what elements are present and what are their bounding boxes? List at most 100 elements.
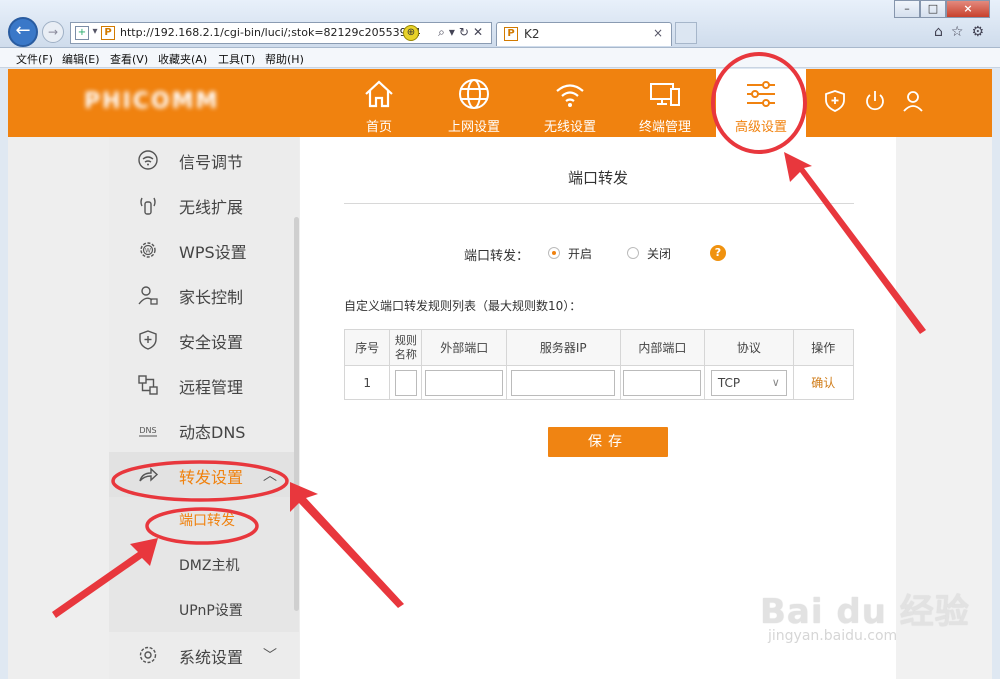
address-tools[interactable]: ⌕▾↻✕: [438, 25, 487, 40]
remote-icon: [138, 375, 158, 395]
home-icon[interactable]: ⌂: [934, 24, 951, 40]
confirm-link[interactable]: 确认: [811, 376, 835, 390]
sidebar-subitem-dmz[interactable]: DMZ主机: [109, 542, 299, 587]
shield-icon: [139, 330, 157, 350]
sidebar-item-wireless-extend[interactable]: 无线扩展: [109, 182, 299, 227]
col-external-port: 外部端口: [421, 329, 507, 366]
row-index: 1: [343, 365, 391, 400]
add-favorite-icon[interactable]: +: [75, 26, 89, 40]
radio-on-label[interactable]: 开启: [568, 245, 592, 262]
menu-tools[interactable]: 工具(T): [218, 51, 255, 67]
user-icon[interactable]: [901, 89, 925, 113]
nav-home[interactable]: 首页: [334, 69, 424, 137]
wps-gear-icon: W: [140, 242, 156, 258]
new-tab-button[interactable]: [675, 22, 697, 44]
radio-off-label[interactable]: 关闭: [647, 245, 671, 262]
rule-list-caption: 自定义端口转发规则列表（最大规则数10）：: [344, 299, 582, 313]
tab-title: K2: [524, 27, 540, 41]
menu-file[interactable]: 文件(F): [16, 51, 53, 67]
col-internal-port: 内部端口: [619, 329, 706, 366]
help-icon[interactable]: ?: [710, 245, 726, 261]
maximize-button[interactable]: □: [920, 0, 946, 18]
external-port-input[interactable]: [425, 369, 504, 396]
protocol-value: TCP: [717, 375, 741, 390]
chevron-up-icon[interactable]: ︿: [263, 465, 277, 485]
radio-off[interactable]: [627, 247, 639, 259]
watermark-logo: Bai du 经验: [760, 592, 970, 632]
page-title: 端口转发: [567, 169, 628, 187]
col-protocol: 协议: [704, 329, 794, 366]
router-header: PHICOMM 首页 上网设置 无线设置 终端管理 高级设置: [8, 69, 992, 137]
radio-on[interactable]: [548, 247, 560, 259]
favorites-star-icon[interactable]: ☆: [951, 24, 972, 40]
title-divider: [344, 203, 854, 204]
sidebar-item-wps[interactable]: W WPS设置: [109, 227, 299, 272]
sidebar-item-signal[interactable]: 信号调节: [109, 137, 299, 182]
tab-favicon-icon: P: [504, 27, 518, 41]
globe-icon: [459, 79, 489, 109]
menu-view[interactable]: 查看(V): [110, 51, 148, 67]
compat-view-icon[interactable]: ⊕: [403, 25, 419, 41]
browser-tab[interactable]: P K2 ×: [496, 22, 672, 46]
browser-chrome: – □ × ← → + ▾ P http://192.168.2.1/cgi-bin…: [0, 0, 1000, 48]
sidebar-item-forwarding[interactable]: 转发设置 ︿: [109, 452, 299, 497]
forward-button[interactable]: →: [42, 21, 64, 43]
minimize-button[interactable]: –: [894, 0, 920, 18]
url-text[interactable]: http://192.168.2.1/cgi-bin/luci/;stok=82…: [120, 26, 420, 39]
sidebar-scrollbar[interactable]: [294, 217, 299, 611]
tab-close-button[interactable]: ×: [653, 26, 663, 40]
svg-text:W: W: [145, 248, 151, 255]
address-bar[interactable]: + ▾ P http://192.168.2.1/cgi-bin/luci/;s…: [70, 22, 492, 44]
svg-text:DNS: DNS: [139, 426, 156, 435]
menu-bar: 文件(F) 编辑(E) 查看(V) 收藏夹(A) 工具(T) 帮助(H): [0, 48, 1000, 68]
brand-logo: PHICOMM: [84, 89, 220, 114]
site-favicon-icon: P: [101, 26, 115, 40]
sidebar-item-ddns[interactable]: DNS 动态DNS: [109, 407, 299, 452]
menu-help[interactable]: 帮助(H): [265, 51, 304, 67]
col-rule-name: 规则名称: [389, 329, 423, 366]
port-forwarding-table: 序号 规则名称 外部端口 服务器IP 内部端口 协议 操作 1 TCP ∨ 确认: [343, 329, 855, 400]
sidebar-item-system[interactable]: 系统设置 ﹀: [109, 632, 299, 677]
server-ip-input[interactable]: [511, 369, 616, 396]
window-controls: – □ ×: [894, 0, 990, 18]
forward-icon: [139, 467, 159, 482]
sidebar-item-security[interactable]: 安全设置: [109, 317, 299, 362]
home-icon: [365, 80, 393, 108]
rule-name-input[interactable]: [394, 369, 417, 396]
nav-advanced-settings[interactable]: 高级设置: [716, 69, 806, 137]
save-button[interactable]: 保存: [548, 427, 668, 457]
col-server-ip: 服务器IP: [505, 329, 621, 366]
chevron-down-icon: ∨: [771, 375, 780, 389]
col-action: 操作: [792, 329, 855, 366]
wireless-extend-icon: [140, 197, 156, 215]
internal-port-input[interactable]: [623, 369, 702, 396]
dns-icon: DNS: [139, 426, 157, 437]
settings-gear-icon[interactable]: ⚙: [971, 24, 992, 40]
power-icon[interactable]: [863, 89, 887, 113]
system-gear-icon: [139, 646, 157, 664]
sliders-icon: [747, 81, 775, 107]
shield-plus-icon[interactable]: [823, 89, 847, 113]
close-window-button[interactable]: ×: [946, 0, 990, 18]
sidebar-subitem-port-forwarding[interactable]: 端口转发: [109, 497, 299, 542]
nav-internet-settings[interactable]: 上网设置: [429, 69, 519, 137]
parental-control-icon: [138, 286, 158, 305]
menu-favorites[interactable]: 收藏夹(A): [158, 51, 207, 67]
menu-edit[interactable]: 编辑(E): [62, 51, 100, 67]
sidebar-item-parental-control[interactable]: 家长控制: [109, 272, 299, 317]
chevron-down-icon[interactable]: ﹀: [263, 645, 277, 665]
wifi-icon: [556, 84, 584, 107]
dropdown-icon[interactable]: ▾: [88, 26, 102, 40]
back-button[interactable]: ←: [8, 17, 38, 47]
protocol-select[interactable]: TCP ∨: [710, 369, 787, 396]
toggle-label: 端口转发：: [464, 249, 530, 264]
browser-right-icons: ⌂☆⚙: [934, 24, 992, 40]
col-index: 序号: [343, 329, 391, 366]
nav-terminal-management[interactable]: 终端管理: [620, 69, 710, 137]
table-row: 1 TCP ∨ 确认: [343, 365, 855, 400]
sidebar-item-remote-management[interactable]: 远程管理: [109, 362, 299, 407]
nav-wireless-settings[interactable]: 无线设置: [525, 69, 615, 137]
sidebar-subitem-upnp[interactable]: UPnP设置: [109, 587, 299, 632]
watermark-site: jingyan.baidu.com: [768, 628, 898, 644]
signal-icon: [138, 150, 158, 170]
